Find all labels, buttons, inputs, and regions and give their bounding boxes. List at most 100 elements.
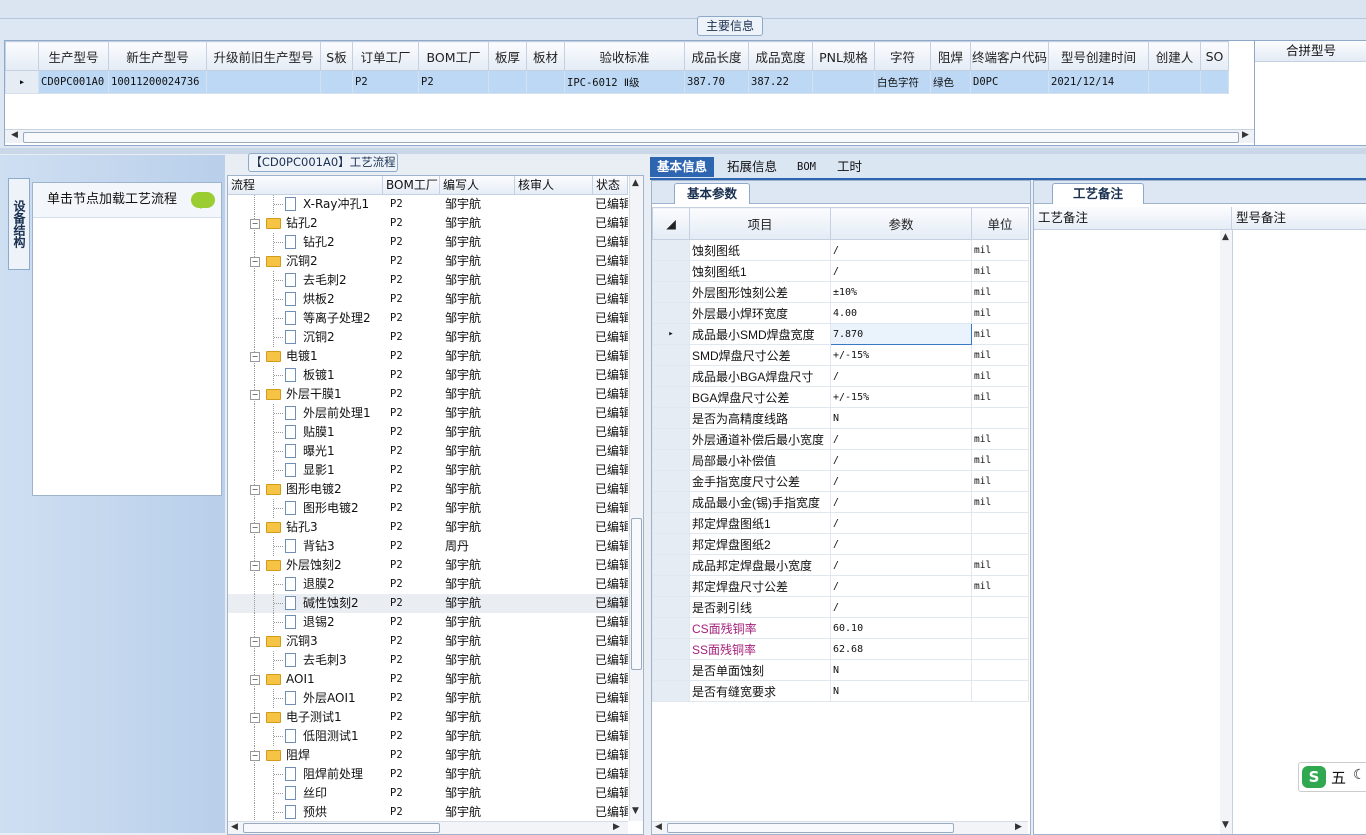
main-grid-hscroll-thumb[interactable] — [23, 132, 1239, 143]
row-header-cell[interactable] — [652, 470, 690, 492]
row-header-cell[interactable] — [652, 617, 690, 639]
main-col-header[interactable]: 订单工厂 — [352, 41, 419, 71]
param-value[interactable]: / — [830, 449, 972, 471]
row-header-cell[interactable] — [652, 638, 690, 660]
process-notes-textarea[interactable] — [1034, 230, 1221, 834]
collapse-icon[interactable]: − — [250, 219, 260, 229]
main-col-header[interactable]: 阻焊 — [930, 41, 971, 71]
param-row[interactable]: 是否有缝宽要求 N — [652, 680, 1029, 702]
notes-vscrollbar[interactable]: ▲ ▼ — [1220, 230, 1233, 834]
row-header-cell[interactable] — [652, 365, 690, 387]
row-header-cell[interactable] — [652, 680, 690, 702]
collapse-icon[interactable]: − — [250, 713, 260, 723]
param-value[interactable]: 60.10 — [830, 617, 972, 639]
tree-row[interactable]: 图形电镀2 P2 邹宇航 已编辑 — [228, 499, 628, 518]
param-row[interactable]: 外层最小焊环宽度 4.00 mil — [652, 302, 1029, 324]
param-value[interactable]: / — [830, 470, 972, 492]
main-col-header[interactable]: S板 — [320, 41, 353, 71]
notes-col-process[interactable]: 工艺备注 — [1034, 207, 1232, 229]
scroll-right-icon[interactable]: ▶ — [613, 822, 620, 832]
collapse-icon[interactable]: − — [250, 637, 260, 647]
tree-row[interactable]: − 钻孔3 P2 邹宇航 已编辑 — [228, 518, 628, 537]
param-row[interactable]: 蚀刻图纸 / mil — [652, 239, 1029, 261]
collapse-icon[interactable]: − — [250, 523, 260, 533]
main-cell[interactable] — [488, 70, 527, 94]
main-cell[interactable]: 387.70 — [684, 70, 749, 94]
main-col-header[interactable]: 成品宽度 — [748, 41, 813, 71]
tree-row[interactable]: 去毛刺2 P2 邹宇航 已编辑 — [228, 271, 628, 290]
ime-moon-icon[interactable]: ☾ — [1353, 767, 1366, 783]
tree-row[interactable]: 退膜2 P2 邹宇航 已编辑 — [228, 575, 628, 594]
tab-extended-info[interactable]: 拓展信息 — [720, 157, 784, 177]
param-row[interactable]: 外层通道补偿后最小宽度 / mil — [652, 428, 1029, 450]
param-row[interactable]: SMD焊盘尺寸公差 +/-15% mil — [652, 344, 1029, 366]
param-row[interactable]: 成品邦定焊盘最小宽度 / mil — [652, 554, 1029, 576]
row-header-cell[interactable] — [652, 239, 690, 261]
param-value[interactable]: / — [830, 365, 972, 387]
main-cell[interactable]: 绿色 — [930, 70, 971, 94]
param-row[interactable]: CS面残铜率 60.10 — [652, 617, 1029, 639]
tree-row[interactable]: 外层AOI1 P2 邹宇航 已编辑 — [228, 689, 628, 708]
tree-row[interactable]: − 钻孔2 P2 邹宇航 已编辑 — [228, 214, 628, 233]
param-row[interactable]: 是否为高精度线路 N — [652, 407, 1029, 429]
main-cell[interactable] — [320, 70, 353, 94]
scroll-right-icon[interactable]: ▶ — [1015, 822, 1022, 832]
tree-row[interactable]: 贴膜1 P2 邹宇航 已编辑 — [228, 423, 628, 442]
scroll-up-icon[interactable]: ▲ — [1222, 232, 1229, 242]
speech-bubble-icon[interactable] — [191, 192, 215, 209]
param-col-unit[interactable]: 单位 — [971, 207, 1029, 240]
equipment-structure-tab[interactable]: 设备结构 — [8, 178, 30, 270]
row-header-cell[interactable] — [652, 533, 690, 555]
main-cell[interactable] — [206, 70, 321, 94]
param-value[interactable]: 62.68 — [830, 638, 972, 660]
col-header-flow[interactable]: 流程 — [228, 176, 383, 194]
collapse-icon[interactable]: − — [250, 751, 260, 761]
tree-row[interactable]: − AOI1 P2 邹宇航 已编辑 — [228, 670, 628, 689]
collapse-icon[interactable]: − — [250, 257, 260, 267]
tab-bom[interactable]: BOM — [790, 157, 823, 177]
tree-row[interactable]: 去毛刺3 P2 邹宇航 已编辑 — [228, 651, 628, 670]
row-header-cell[interactable] — [652, 512, 690, 534]
scroll-up-icon[interactable]: ▲ — [632, 178, 639, 188]
tab-basic-info[interactable]: 基本信息 — [650, 157, 715, 177]
tree-row[interactable]: − 外层蚀刻2 P2 邹宇航 已编辑 — [228, 556, 628, 575]
param-row[interactable]: 局部最小补偿值 / mil — [652, 449, 1029, 471]
main-cell[interactable]: CD0PC001A0 — [38, 70, 109, 94]
tree-row[interactable]: 阻焊前处理 P2 邹宇航 已编辑 — [228, 765, 628, 784]
main-cell[interactable] — [812, 70, 875, 94]
param-value[interactable]: / — [830, 260, 972, 282]
scroll-down-icon[interactable]: ▼ — [1222, 820, 1229, 830]
main-col-header[interactable]: 生产型号 — [38, 41, 109, 71]
param-value[interactable]: N — [830, 407, 972, 429]
param-value[interactable]: / — [830, 512, 972, 534]
ime-toolbar[interactable]: S 五 ☾ — [1298, 762, 1366, 792]
param-row[interactable]: 邦定焊盘图纸1/ — [652, 512, 1029, 534]
main-col-header[interactable]: 成品长度 — [684, 41, 749, 71]
row-header-cell[interactable] — [652, 344, 690, 366]
main-cell[interactable] — [1200, 70, 1229, 94]
main-cell[interactable] — [526, 70, 565, 94]
param-value[interactable]: / — [830, 239, 972, 261]
tree-row[interactable]: − 电镀1 P2 邹宇航 已编辑 — [228, 347, 628, 366]
scroll-left-icon[interactable]: ◀ — [11, 130, 18, 140]
param-value[interactable]: N — [830, 659, 972, 681]
param-value[interactable]: / — [830, 596, 972, 618]
row-header-cell[interactable] — [652, 575, 690, 597]
param-value[interactable]: ±10% — [830, 281, 972, 303]
param-hscrollbar[interactable]: ◀ ▶ — [652, 821, 1028, 834]
tree-row[interactable]: 预烘 P2 邹宇航 已编辑 — [228, 803, 628, 822]
row-header-cell[interactable] — [652, 386, 690, 408]
collapse-icon[interactable]: − — [250, 561, 260, 571]
param-value[interactable]: / — [830, 575, 972, 597]
row-header-cell[interactable] — [652, 407, 690, 429]
ime-mode-label[interactable]: 五 — [1331, 767, 1346, 788]
main-cell[interactable]: 白色字符 — [874, 70, 931, 94]
param-row[interactable]: BGA焊盘尺寸公差 +/-15% mil — [652, 386, 1029, 408]
main-col-header[interactable]: BOM工厂 — [418, 41, 489, 71]
col-header-reviewer[interactable]: 核审人 — [515, 176, 593, 194]
param-row[interactable]: 蚀刻图纸1/mil — [652, 260, 1029, 282]
scroll-right-icon[interactable]: ▶ — [1242, 130, 1249, 140]
tree-row[interactable]: 钻孔2 P2 邹宇航 已编辑 — [228, 233, 628, 252]
notes-col-model[interactable]: 型号备注 — [1232, 207, 1366, 229]
tree-vscroll-thumb[interactable] — [631, 518, 642, 670]
